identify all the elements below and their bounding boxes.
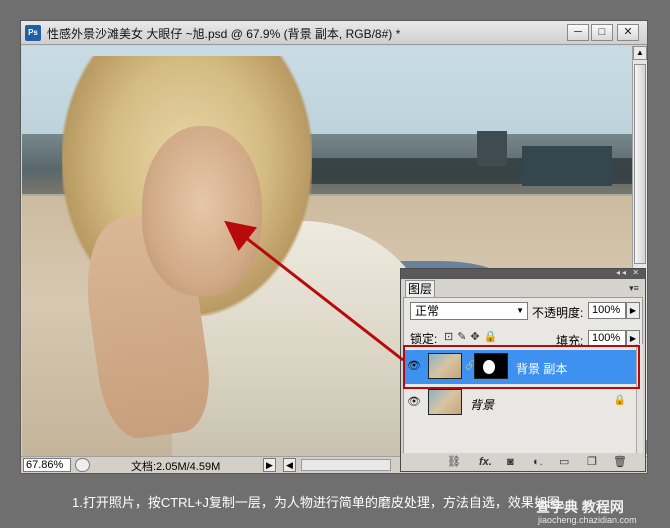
- window-title: 性感外景沙滩美女 大眼仔 ~旭.psd @ 67.9% (背景 副本, RGB/…: [47, 27, 401, 41]
- adjustment-icon[interactable]: ◐.: [533, 455, 543, 469]
- mask-icon[interactable]: ◙: [507, 455, 514, 469]
- new-layer-icon[interactable]: ❐: [587, 455, 597, 469]
- zoom-preview-icon[interactable]: [75, 458, 90, 472]
- building-shape: [522, 146, 612, 186]
- document-info: 文档:2.05M/4.59M: [131, 461, 221, 473]
- link-icon[interactable]: ⛓: [447, 455, 461, 469]
- layer-name: 背景: [470, 398, 495, 412]
- tab-layers[interactable]: 图层: [405, 280, 435, 297]
- opacity-slider-arrow-icon[interactable]: ▶: [626, 302, 640, 319]
- tower-shape: [477, 131, 507, 166]
- panel-menu-icon[interactable]: ▾≡: [627, 282, 641, 294]
- scroll-thumb[interactable]: [634, 64, 646, 264]
- maximize-button[interactable]: □: [591, 24, 613, 41]
- caption-text: 1.打开照片，按CTRL+J复制一层，为人物进行简单的磨皮处理，方法自选，效果如…: [72, 495, 573, 510]
- horizontal-scrollbar[interactable]: [301, 459, 391, 471]
- layer-lock-icon: 🔒: [613, 395, 626, 406]
- panel-header-strip[interactable]: ◂◂ ✕: [401, 268, 645, 279]
- opacity-input[interactable]: 100%: [588, 302, 626, 319]
- photoshop-app-icon: Ps: [25, 25, 41, 41]
- scroll-up-icon[interactable]: ▲: [633, 46, 647, 60]
- trash-icon[interactable]: 🗑: [613, 455, 627, 469]
- close-button[interactable]: ✕: [617, 24, 639, 41]
- chevron-down-icon: ▼: [516, 306, 524, 315]
- folder-icon[interactable]: ▭: [559, 455, 569, 469]
- minimize-button[interactable]: ─: [567, 24, 589, 41]
- blend-mode-value: 正常: [415, 304, 440, 318]
- panel-collapse-icon[interactable]: ◂◂ ✕: [616, 268, 641, 277]
- watermark-url: jiaocheng.chazidian.com: [538, 515, 637, 525]
- opacity-label: 不透明度:: [532, 306, 584, 320]
- highlight-box: [403, 345, 640, 389]
- panel-footer: ⛓ fx. ◙ ◐. ▭ ❐ 🗑: [403, 453, 643, 471]
- fx-icon[interactable]: fx.: [479, 455, 492, 469]
- watermark-title: 查字典 教程网: [536, 499, 624, 515]
- lock-options-icons[interactable]: ⊡✎✥🔒: [444, 330, 501, 343]
- blend-mode-select[interactable]: 正常 ▼: [410, 302, 528, 320]
- face-shape: [142, 126, 262, 296]
- title-bar[interactable]: Ps 性感外景沙滩美女 大眼仔 ~旭.psd @ 67.9% (背景 副本, R…: [21, 21, 647, 45]
- layer-row-background[interactable]: 👁 背景 🔒: [404, 386, 636, 420]
- status-menu-arrow-icon[interactable]: ▶: [263, 458, 276, 472]
- scroll-left-icon[interactable]: ◀: [283, 458, 296, 472]
- layer-thumbnail: [428, 389, 462, 415]
- visibility-eye-icon[interactable]: 👁: [406, 395, 422, 409]
- zoom-field[interactable]: 67.86%: [23, 458, 71, 472]
